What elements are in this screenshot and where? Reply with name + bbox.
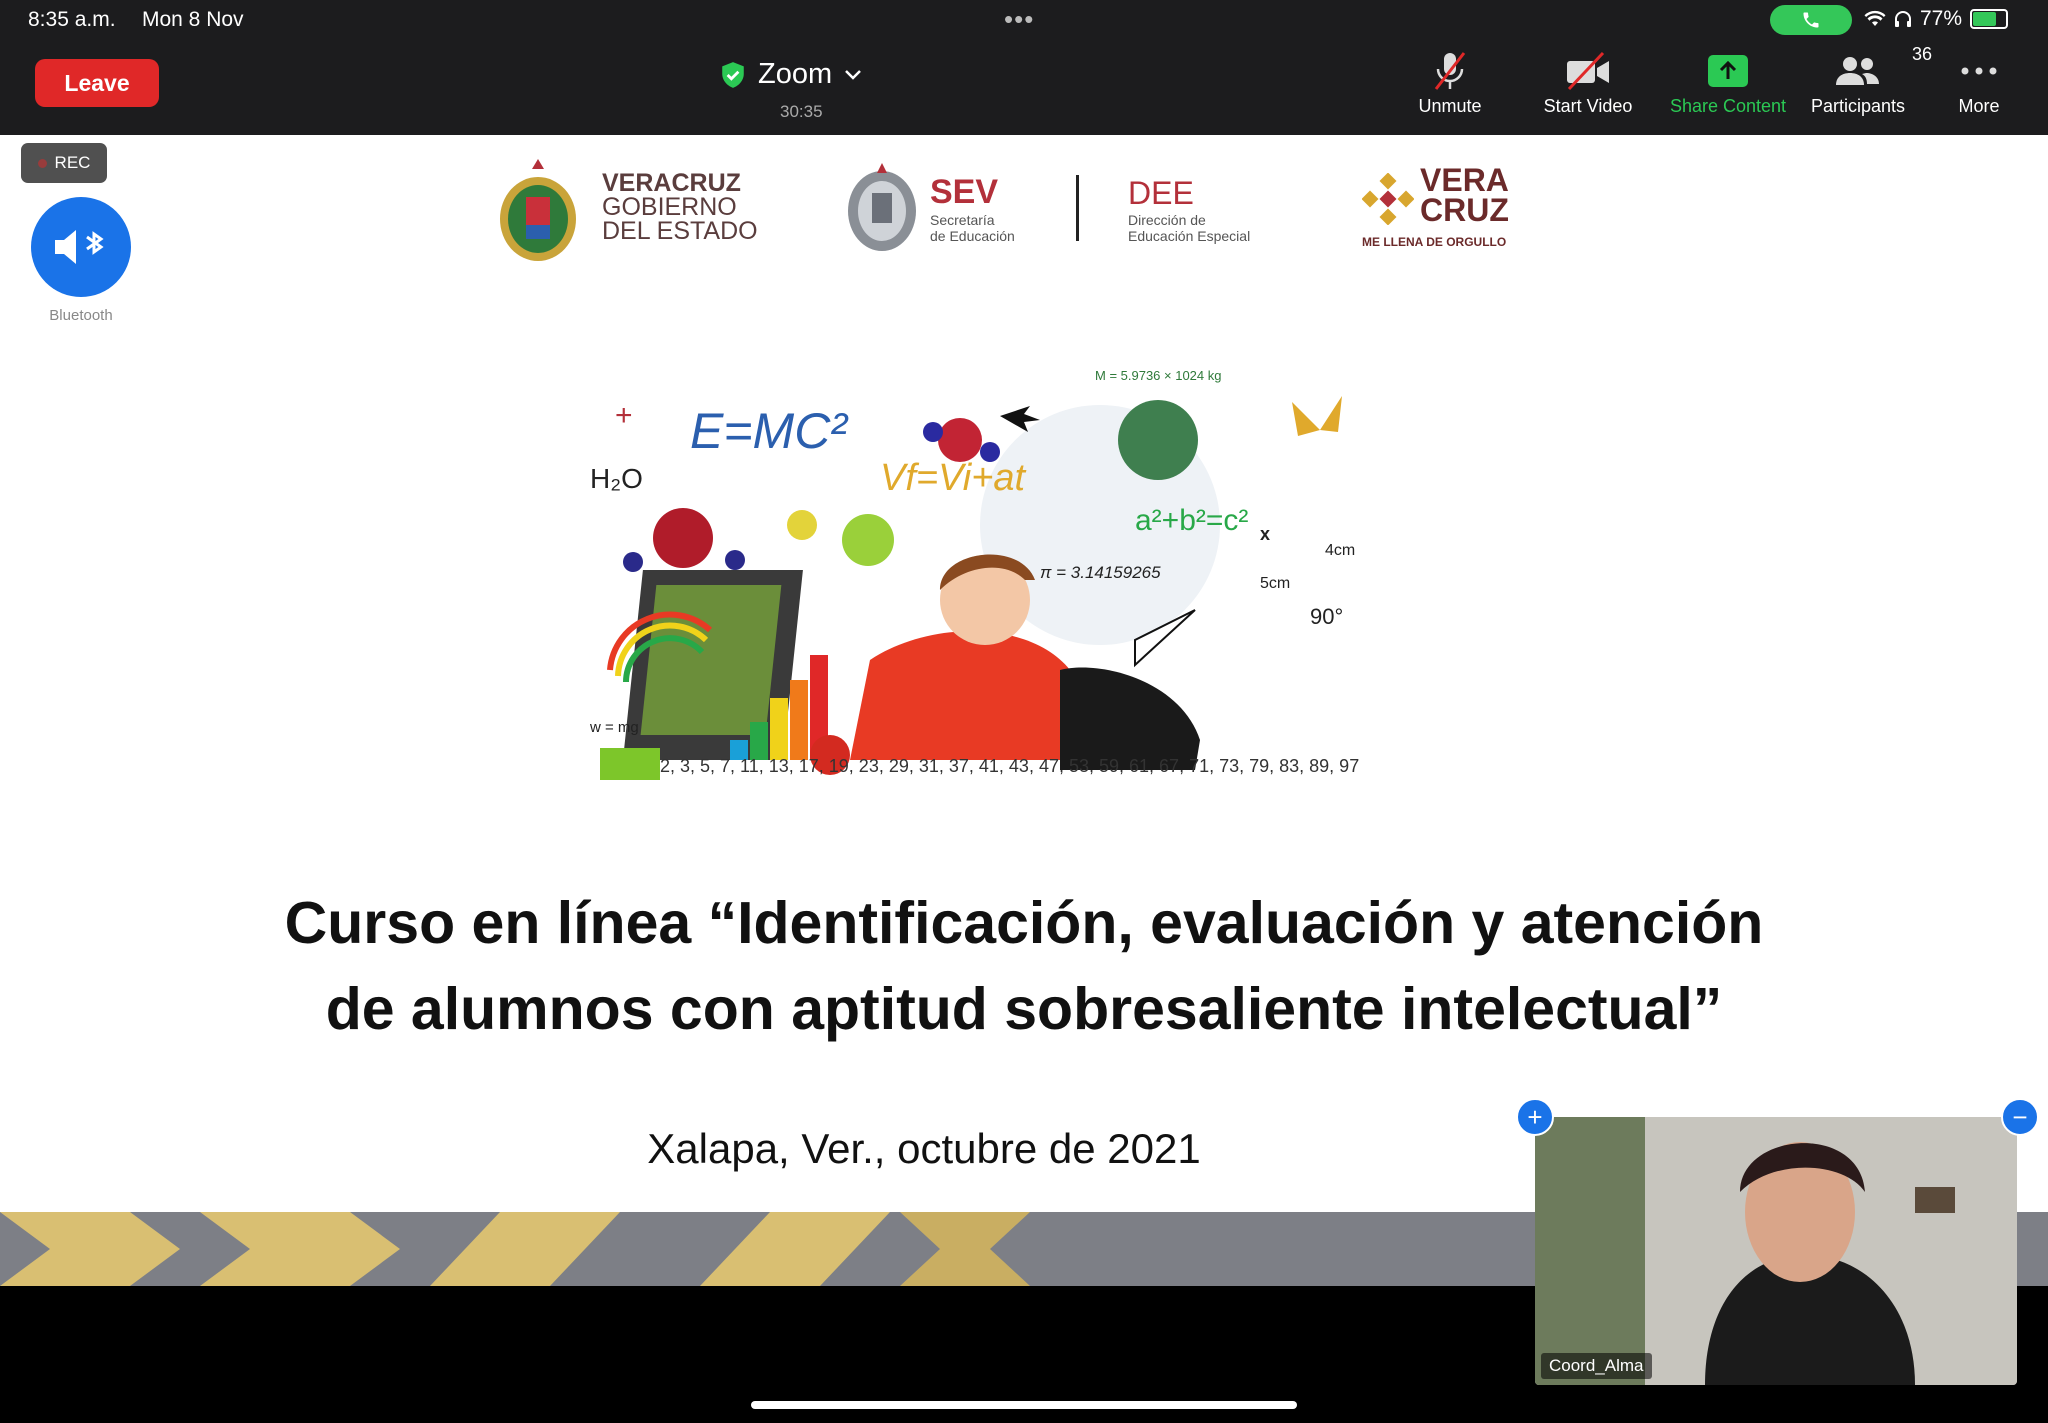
phone-icon bbox=[1803, 12, 1819, 28]
video-minimize-button[interactable]: − bbox=[2001, 1098, 2039, 1136]
veracruz-brand-logo: VERA CRUZ ME LLENA DE ORGULLO bbox=[1362, 162, 1509, 249]
participant-video-feed bbox=[1535, 1117, 2017, 1385]
leave-button[interactable]: Leave bbox=[35, 59, 159, 107]
mass-formula: M = 5.9736 × 1024 kg bbox=[1095, 368, 1221, 383]
sev-title: SEV bbox=[930, 173, 999, 211]
active-call-indicator[interactable] bbox=[1770, 5, 1852, 35]
recording-indicator[interactable]: REC bbox=[21, 143, 107, 183]
dee-logo: DEE Dirección de Educación Especial bbox=[1128, 175, 1250, 244]
meeting-title: Zoom bbox=[758, 58, 833, 90]
brand-line1: VERA bbox=[1420, 162, 1509, 198]
shield-check-icon bbox=[722, 61, 744, 88]
participants-icon bbox=[1836, 57, 1879, 85]
slide-title-line1: Curso en línea “Identificación, evaluaci… bbox=[284, 890, 1764, 956]
angle-label: 90° bbox=[1310, 604, 1343, 629]
triangle-side-5: 5cm bbox=[1260, 575, 1290, 592]
slide-title-line2: de alumnos con aptitud sobresaliente int… bbox=[325, 976, 1723, 1042]
meeting-timer: 30:35 bbox=[780, 102, 823, 121]
sev-emblem-icon bbox=[848, 163, 916, 251]
boy-icon bbox=[850, 631, 1080, 760]
audio-route-label: Bluetooth bbox=[49, 307, 113, 324]
start-video-label: Start Video bbox=[1543, 96, 1633, 116]
science-illustration: E=MC² M = 5.9736 × 1024 kg H₂O Vf=Vi+at … bbox=[589, 368, 1360, 780]
triangle-side-x: x bbox=[1260, 524, 1270, 544]
brand-line2: CRUZ bbox=[1420, 192, 1509, 228]
participants-label: Participants bbox=[1810, 96, 1906, 116]
slide-subtitle: Xalapa, Ver., octubre de 2021 bbox=[647, 1125, 1201, 1172]
velocity-formula: Vf=Vi+at bbox=[880, 457, 1027, 499]
unmute-label: Unmute bbox=[1418, 96, 1482, 116]
butterfly-icon bbox=[1292, 396, 1342, 436]
triangle-side-4: 4cm bbox=[1325, 542, 1355, 559]
start-video-button[interactable]: Start Video bbox=[1523, 48, 1653, 130]
sev-logo: SEV Secretaría de Educación bbox=[930, 173, 1015, 244]
status-bar: 8:35 a.m. Mon 8 Nov ••• 77% bbox=[0, 0, 2048, 42]
institution-logos: VERACRUZ GOBIERNO DEL ESTADO SEV Secreta… bbox=[490, 153, 1530, 273]
recording-dot bbox=[37, 158, 47, 168]
prime-numbers: 2, 3, 5, 7, 11, 13, 17, 19, 23, 29, 31, … bbox=[660, 756, 1360, 776]
brand-tagline: ME LLENA DE ORGULLO bbox=[1362, 235, 1507, 249]
share-arrow-icon bbox=[1708, 55, 1748, 87]
multitasking-dots-icon[interactable]: ••• bbox=[1004, 4, 1034, 35]
status-date: Mon 8 Nov bbox=[142, 8, 244, 31]
sev-sub1: Secretaría bbox=[930, 212, 995, 228]
weight-formula: w = mg bbox=[589, 719, 639, 736]
headphones-icon bbox=[1895, 11, 1911, 27]
meeting-title-dropdown[interactable]: Zoom bbox=[720, 58, 862, 91]
pythagoras-formula: a²+b²=c² bbox=[1135, 504, 1248, 537]
slide-title: Curso en línea “Identificación, evaluaci… bbox=[100, 880, 1948, 1052]
logo-divider bbox=[1076, 175, 1079, 241]
unmute-button[interactable]: Unmute bbox=[1385, 48, 1515, 130]
veracruz-pattern-icon bbox=[1362, 173, 1414, 225]
microphone-muted-icon bbox=[1434, 52, 1466, 90]
dee-title: DEE bbox=[1128, 175, 1194, 211]
veracruz-coat-of-arms-icon bbox=[500, 159, 576, 261]
earth-globe-icon bbox=[1118, 400, 1198, 480]
home-indicator[interactable] bbox=[751, 1401, 1297, 1409]
share-content-button[interactable]: Share Content bbox=[1663, 48, 1793, 130]
molecule-icon bbox=[938, 418, 982, 462]
video-expand-button[interactable]: + bbox=[1516, 1098, 1554, 1136]
battery-percent: 77% bbox=[1920, 7, 1963, 30]
battery-fill bbox=[1973, 12, 1997, 26]
emc-formula: E=MC² bbox=[690, 403, 849, 459]
water-formula: H₂O bbox=[590, 463, 643, 494]
status-time: 8:35 a.m. bbox=[28, 8, 116, 31]
water-molecule-icon bbox=[653, 508, 713, 568]
video-off-icon bbox=[1567, 51, 1609, 91]
battery-icon bbox=[1970, 9, 2009, 29]
gob-line3: DEL ESTADO bbox=[602, 217, 758, 245]
gob-line1: VERACRUZ bbox=[602, 169, 741, 197]
more-button[interactable]: More bbox=[1914, 48, 2044, 130]
rec-label: REC bbox=[54, 153, 91, 172]
chevron-down-icon bbox=[845, 69, 862, 80]
sev-sub2: de Educación bbox=[930, 228, 1015, 244]
plus-signs: + bbox=[615, 399, 633, 432]
shared-slide: REC Bluetooth VERACRUZ GOBIERNO DEL ESTA… bbox=[0, 135, 2048, 1213]
pi-formula: π = 3.14159265 bbox=[1040, 563, 1161, 582]
green-cube-icon bbox=[600, 748, 660, 780]
participants-button[interactable]: 36 Participants bbox=[1793, 44, 1932, 130]
participant-video-tile[interactable]: Coord_Alma bbox=[1535, 1117, 2017, 1385]
bluetooth-speaker-icon bbox=[55, 230, 104, 264]
share-content-label: Share Content bbox=[1669, 96, 1787, 116]
gob-line2: GOBIERNO bbox=[602, 193, 737, 221]
veracruz-gob-text: VERACRUZ GOBIERNO DEL ESTADO bbox=[602, 169, 758, 245]
system-indicators: 77% bbox=[1864, 7, 2009, 31]
wifi-icon bbox=[1864, 10, 1886, 26]
more-label: More bbox=[1958, 96, 2000, 116]
green-orb-icon bbox=[842, 514, 894, 566]
audio-route-button[interactable] bbox=[31, 197, 131, 297]
more-dots-icon bbox=[1961, 67, 1997, 75]
dee-sub1: Dirección de bbox=[1128, 212, 1206, 228]
meeting-toolbar: Leave Zoom 30:35 Unmute Start Video Shar… bbox=[0, 42, 2048, 135]
dee-sub2: Educación Especial bbox=[1128, 228, 1251, 244]
participant-name: Coord_Alma bbox=[1541, 1353, 1652, 1379]
legs-icon bbox=[1060, 667, 1200, 770]
